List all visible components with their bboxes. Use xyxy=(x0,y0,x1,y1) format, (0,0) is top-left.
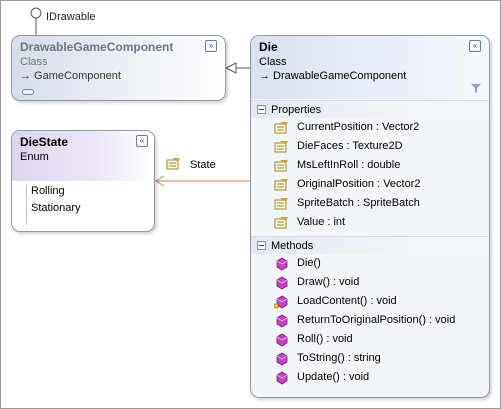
enum-value[interactable]: Stationary xyxy=(27,200,150,217)
filter-icon[interactable] xyxy=(471,84,481,93)
property-row[interactable]: SpriteBatch : SpriteBatch xyxy=(251,194,489,213)
methods-list: Die() Draw() : void LoadContent() : void Re… xyxy=(251,254,489,387)
enum-value[interactable]: Rolling xyxy=(27,183,150,200)
method-row[interactable]: ReturnToOriginalPosition() : void xyxy=(251,311,489,330)
interface-lollipop-label: IDrawable xyxy=(46,11,96,23)
collapse-chevron-icon[interactable]: « xyxy=(469,40,481,52)
property-row[interactable]: CurrentPosition : Vector2 xyxy=(251,118,489,137)
class-kind: Class xyxy=(259,56,287,68)
property-label: DieFaces : Texture2D xyxy=(297,140,403,152)
enum-name: DieState xyxy=(20,135,69,149)
property-label: Value : int xyxy=(297,216,346,228)
property-row[interactable]: Value : int xyxy=(251,213,489,232)
section-title: Methods xyxy=(271,240,314,252)
class-base: → GameComponent xyxy=(20,70,121,82)
property-label: MsLeftInRoll : double xyxy=(297,159,401,171)
enum-values: Rolling Stationary xyxy=(26,183,150,225)
association-label: State xyxy=(190,159,216,171)
collapse-chevron-icon[interactable]: « xyxy=(136,135,148,147)
properties-header[interactable]: Properties xyxy=(251,100,489,118)
method-row[interactable]: Draw() : void xyxy=(251,273,489,292)
drawable-game-component-shape[interactable]: DrawableGameComponent Class → GameCompon… xyxy=(11,35,226,101)
method-icon xyxy=(276,352,288,366)
protected-method-icon xyxy=(274,295,288,309)
method-label: LoadContent() : void xyxy=(297,295,397,307)
method-row[interactable]: Update() : void xyxy=(251,368,489,387)
method-row[interactable]: Roll() : void xyxy=(251,330,489,349)
property-label: OriginalPosition : Vector2 xyxy=(297,178,421,190)
class-kind: Class xyxy=(20,56,48,68)
properties-section: Properties CurrentPosition : Vector2 DieF… xyxy=(251,100,489,232)
property-row[interactable]: OriginalPosition : Vector2 xyxy=(251,175,489,194)
property-label: SpriteBatch : SpriteBatch xyxy=(297,197,420,209)
property-row[interactable]: DieFaces : Texture2D xyxy=(251,137,489,156)
method-label: Roll() : void xyxy=(297,333,353,345)
property-icon xyxy=(274,141,288,153)
property-row[interactable]: MsLeftInRoll : double xyxy=(251,156,489,175)
method-label: ReturnToOriginalPosition() : void xyxy=(297,314,456,326)
expand-tab-icon[interactable] xyxy=(22,89,34,95)
property-icon xyxy=(274,122,288,134)
enum-kind: Enum xyxy=(20,151,49,163)
property-label: CurrentPosition : Vector2 xyxy=(297,121,420,133)
method-icon xyxy=(276,276,288,290)
methods-header[interactable]: Methods xyxy=(251,236,489,254)
method-label: Die() xyxy=(297,257,321,269)
collapse-section-icon[interactable] xyxy=(257,105,266,114)
methods-section: Methods Die() Draw() : void LoadContent() … xyxy=(251,236,489,387)
collapse-section-icon[interactable] xyxy=(257,241,266,250)
method-row[interactable]: LoadContent() : void xyxy=(251,292,489,311)
die-class-shape[interactable]: Die Class → DrawableGameComponent « Prop… xyxy=(250,35,490,398)
expand-chevron-icon[interactable]: » xyxy=(205,40,217,52)
property-icon xyxy=(166,158,180,170)
method-icon xyxy=(276,314,288,328)
property-icon xyxy=(274,198,288,210)
method-label: Update() : void xyxy=(297,371,370,383)
method-icon xyxy=(276,371,288,385)
method-row[interactable]: ToString() : string xyxy=(251,349,489,368)
die-state-enum-shape[interactable]: DieState Enum « Rolling Stationary xyxy=(11,130,155,232)
method-icon xyxy=(276,257,288,271)
property-icon xyxy=(274,217,288,229)
class-base: → DrawableGameComponent xyxy=(259,70,407,82)
property-icon xyxy=(274,179,288,191)
method-row[interactable]: Die() xyxy=(251,254,489,273)
method-icon xyxy=(276,333,288,347)
properties-list: CurrentPosition : Vector2 DieFaces : Text… xyxy=(251,118,489,232)
class-name: Die xyxy=(259,40,278,54)
section-title: Properties xyxy=(271,104,322,116)
method-label: Draw() : void xyxy=(297,276,360,288)
class-name: DrawableGameComponent xyxy=(20,40,174,54)
method-label: ToString() : string xyxy=(297,352,381,364)
property-icon xyxy=(274,160,288,172)
